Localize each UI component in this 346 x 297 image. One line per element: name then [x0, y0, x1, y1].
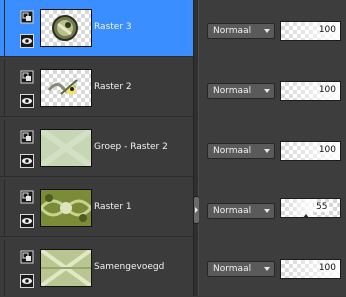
layer-props-raster-1: Normaal 55: [199, 180, 346, 237]
layer-props-raster-2: Normaal 100: [199, 60, 346, 117]
layer-row-groep-raster-2[interactable]: Groep - Raster 2: [0, 120, 193, 177]
layer-options-icon[interactable]: [20, 190, 34, 204]
chevron-down-icon: [264, 29, 270, 33]
blend-mode-dropdown[interactable]: Normaal: [207, 203, 275, 219]
chevron-down-icon: [264, 209, 270, 213]
layer-thumbnail: [40, 9, 92, 47]
blend-mode-dropdown[interactable]: Normaal: [207, 143, 275, 159]
tree-line: [4, 120, 5, 176]
blend-mode-value: Normaal: [213, 264, 252, 274]
blend-mode-dropdown[interactable]: Normaal: [207, 83, 275, 99]
layer-name: Raster 1: [94, 202, 132, 212]
layer-row-samengevoegd[interactable]: Samengevoegd: [0, 240, 193, 296]
layer-options-icon[interactable]: [20, 10, 34, 24]
chevron-down-icon: [264, 267, 270, 271]
blend-mode-value: Normaal: [213, 206, 252, 216]
tree-line: [4, 240, 5, 296]
opacity-value: 100: [318, 25, 336, 35]
layer-options-icon[interactable]: [20, 70, 34, 84]
layer-props-groep-raster-2: Normaal 100: [199, 120, 346, 177]
layer-thumbnail: [40, 189, 92, 227]
opacity-slider-knob[interactable]: [303, 214, 309, 218]
opacity-slider[interactable]: 100: [280, 259, 341, 279]
layer-props-raster-3: Normaal 100: [199, 0, 346, 57]
opacity-value: 100: [318, 263, 336, 273]
layer-options-icon[interactable]: [20, 130, 34, 144]
visibility-eye-icon[interactable]: [20, 34, 34, 48]
opacity-value: 100: [318, 145, 336, 155]
layer-props-samengevoegd: Normaal 100: [199, 240, 346, 297]
blend-mode-value: Normaal: [213, 86, 252, 96]
opacity-value: 100: [318, 85, 336, 95]
opacity-slider[interactable]: 55: [280, 198, 341, 218]
visibility-eye-icon[interactable]: [20, 94, 34, 108]
layer-thumbnail: [40, 69, 92, 107]
layer-thumbnail: [40, 249, 92, 287]
layer-name: Raster 3: [94, 22, 132, 32]
blend-mode-dropdown[interactable]: Normaal: [207, 23, 275, 39]
layer-name: Samengevoegd: [94, 262, 165, 272]
layer-options-icon[interactable]: [20, 250, 34, 264]
layer-row-raster-2[interactable]: Raster 2: [0, 60, 193, 117]
layer-name: Raster 2: [94, 82, 132, 92]
opacity-slider[interactable]: 100: [280, 81, 341, 101]
layer-name: Groep - Raster 2: [94, 142, 168, 152]
blend-mode-dropdown[interactable]: Normaal: [207, 261, 275, 277]
tree-line: [4, 0, 5, 56]
opacity-value: 55: [314, 202, 330, 212]
blend-mode-value: Normaal: [213, 26, 252, 36]
visibility-eye-icon[interactable]: [20, 214, 34, 228]
opacity-slider[interactable]: 100: [280, 21, 341, 41]
layers-palette: Raster 3 Raster 2 Groep - Raster 2 Raste…: [0, 0, 346, 296]
layer-row-raster-1[interactable]: Raster 1: [0, 180, 193, 237]
layer-list: Raster 3 Raster 2 Groep - Raster 2 Raste…: [0, 0, 193, 296]
layer-row-raster-3[interactable]: Raster 3: [0, 0, 193, 57]
chevron-down-icon: [264, 149, 270, 153]
layer-thumbnail: [40, 129, 92, 167]
tree-line: [4, 60, 5, 116]
tree-line: [4, 180, 5, 236]
opacity-slider[interactable]: 100: [280, 141, 341, 161]
visibility-eye-icon[interactable]: [20, 274, 34, 288]
chevron-down-icon: [264, 89, 270, 93]
blend-mode-value: Normaal: [213, 146, 252, 156]
visibility-eye-icon[interactable]: [20, 154, 34, 168]
